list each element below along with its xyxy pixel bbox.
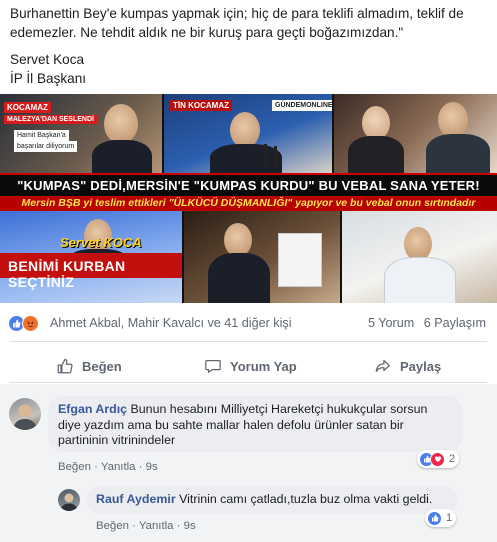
heart-icon bbox=[430, 451, 445, 467]
person-head bbox=[230, 112, 260, 148]
post-actions: Beğen Yorum Yap Paylaş bbox=[0, 348, 497, 382]
person-head bbox=[224, 223, 252, 257]
comment-bubble: Efgan Ardıç Bunun hesabını Milliyetçi Ha… bbox=[48, 396, 463, 452]
comment-reactions[interactable]: 1 bbox=[425, 509, 457, 527]
microphone bbox=[264, 144, 267, 168]
person-head bbox=[104, 104, 138, 144]
person-suit bbox=[426, 134, 490, 173]
person-suit bbox=[208, 253, 270, 303]
share-button[interactable]: Paylaş bbox=[374, 356, 441, 376]
document-paper bbox=[278, 233, 322, 287]
comments-count[interactable]: 5 Yorum bbox=[368, 316, 414, 330]
comment-like-link[interactable]: Beğen bbox=[58, 461, 91, 473]
person-suit bbox=[92, 140, 152, 173]
photo-office bbox=[342, 211, 497, 303]
comment-reply-link[interactable]: Yanıtla bbox=[101, 461, 136, 473]
comment-label: Yorum Yap bbox=[230, 358, 297, 374]
divider bbox=[10, 341, 487, 342]
comment-button[interactable]: Yorum Yap bbox=[204, 356, 297, 376]
comment-reactions[interactable]: 2 bbox=[417, 450, 460, 468]
post-text: Burhanettin Bey'e kumpas yapmak için; hi… bbox=[10, 4, 490, 88]
sub-headline-text: Mersin BŞB yi teslim ettikleri "ÜLKÜCÜ D… bbox=[21, 197, 476, 209]
photo-handshake bbox=[334, 94, 497, 173]
thumbs-up-icon bbox=[57, 358, 73, 374]
person-shirt bbox=[384, 257, 456, 303]
comment-icon bbox=[205, 359, 221, 373]
post-text-line: edemezler. Ne tehdit aldık ne bir kuruş … bbox=[10, 25, 404, 40]
reaction-count: 2 bbox=[449, 453, 456, 465]
person-head bbox=[404, 227, 432, 261]
share-label: Paylaş bbox=[400, 358, 442, 374]
comment-author[interactable]: Rauf Aydemir bbox=[96, 492, 176, 506]
name-overlay: Servet KOCA bbox=[60, 235, 142, 250]
comment-text: partininin vitrinindeler bbox=[58, 433, 176, 447]
sub-headline-banner: Mersin BŞB yi teslim ettikleri "ÜLKÜCÜ D… bbox=[0, 196, 497, 211]
tag-kocamaz: KOCAMAZ bbox=[4, 102, 51, 113]
caption-baskan-2: başarılar diliyorum bbox=[14, 141, 78, 152]
person-head bbox=[362, 106, 390, 140]
person-suit bbox=[348, 136, 404, 173]
tag-malezya: MALEZYA'DAN SESLENDİ bbox=[4, 115, 97, 124]
kurban-banner: BENİMİ KURBAN SEÇTİNİZ bbox=[0, 253, 182, 290]
like-icon bbox=[427, 510, 442, 526]
photo-kocamaz: KOCAMAZ MALEZYA'DAN SESLENDİ Hamit Başka… bbox=[0, 94, 162, 173]
avatar[interactable] bbox=[58, 489, 80, 511]
comment-time[interactable]: 9s bbox=[184, 520, 196, 532]
comment-meta: Beğen · Yanıtla · 9s bbox=[96, 520, 196, 532]
post-signature-name: Servet Koca bbox=[10, 52, 85, 67]
post-image[interactable]: KOCAMAZ MALEZYA'DAN SESLENDİ Hamit Başka… bbox=[0, 94, 497, 303]
photo-document bbox=[184, 211, 340, 303]
headline-banner: "KUMPAS" DEDİ,MERSİN'E "KUMPAS KURDU" BU… bbox=[0, 173, 497, 196]
comment-text: Vitrinin camı çatladı,tuzla buz olma vak… bbox=[179, 492, 433, 506]
person-suit bbox=[210, 144, 282, 173]
like-button[interactable]: Beğen bbox=[56, 356, 122, 376]
photo-speech: TİN KOCAMAZ GÜNDEMONLINE bbox=[164, 94, 332, 173]
shares-count[interactable]: 6 Paylaşım bbox=[424, 316, 486, 330]
microphone bbox=[274, 146, 277, 168]
angry-icon bbox=[22, 315, 39, 332]
reactors-text[interactable]: Ahmet Akbal, Mahir Kavalcı ve 41 diğer k… bbox=[50, 316, 292, 330]
comment-text: diye yazdım ama bu sahte mallar halen de… bbox=[58, 417, 404, 432]
comment-bubble: Rauf Aydemir Vitrinin camı çatladı,tuzla… bbox=[86, 486, 458, 514]
reaction-count: 1 bbox=[446, 512, 453, 524]
person-head bbox=[438, 102, 468, 138]
headline-text: "KUMPAS" DEDİ,MERSİN'E "KUMPAS KURDU" BU… bbox=[17, 178, 480, 193]
comment-meta: Beğen · Yanıtla · 9s bbox=[58, 461, 158, 473]
comment-reply-link[interactable]: Yanıtla bbox=[139, 520, 174, 532]
comments-section: Efgan Ardıç Bunun hesabını Milliyetçi Ha… bbox=[0, 384, 497, 542]
divider bbox=[10, 382, 487, 383]
like-label: Beğen bbox=[82, 358, 122, 374]
avatar[interactable] bbox=[9, 398, 41, 430]
comment-time[interactable]: 9s bbox=[146, 461, 158, 473]
caption-baskan-1: Hamit Başkan'a bbox=[14, 130, 69, 141]
tag-tin-kocamaz: TİN KOCAMAZ bbox=[170, 100, 232, 111]
share-arrow-icon bbox=[375, 359, 390, 373]
comment-author[interactable]: Efgan Ardıç bbox=[58, 402, 127, 416]
reactions-summary[interactable]: Ahmet Akbal, Mahir Kavalcı ve 41 diğer k… bbox=[8, 314, 488, 332]
tag-online: GÜNDEMONLINE bbox=[272, 100, 332, 111]
comment-text: Bunun hesabını Milliyetçi Hareketçi huku… bbox=[130, 402, 428, 416]
comment-like-link[interactable]: Beğen bbox=[96, 520, 129, 532]
post-text-line: Burhanettin Bey'e kumpas yapmak için; hi… bbox=[10, 6, 464, 21]
post-signature-title: İP İl Başkanı bbox=[10, 71, 87, 86]
kurban-text: BENİMİ KURBAN SEÇTİNİZ bbox=[8, 258, 126, 290]
engagement-counts: 5 Yorum 6 Paylaşım bbox=[362, 316, 486, 330]
